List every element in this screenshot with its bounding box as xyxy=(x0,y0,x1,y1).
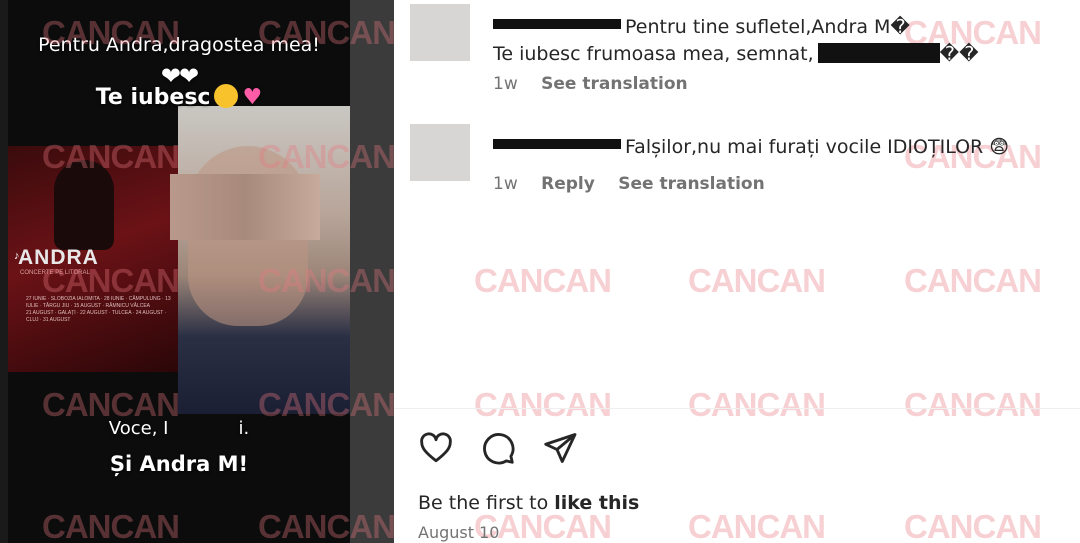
poster-subtitle: CONCERTE PE LITORAL xyxy=(20,270,90,276)
comment-icon[interactable] xyxy=(480,430,516,466)
likes-summary: Be the first to like this xyxy=(418,492,639,514)
comment-time: 1w xyxy=(493,74,518,94)
watermark: CANCAN xyxy=(474,386,612,423)
watermark: CANCAN xyxy=(688,386,826,423)
post-date[interactable]: August 10 xyxy=(418,523,499,542)
left-gutter xyxy=(0,0,8,543)
share-icon[interactable] xyxy=(542,430,578,466)
see-translation-button[interactable]: See translation xyxy=(618,174,764,194)
video-caption-1: Pentru Andra,dragostea mea! xyxy=(38,34,320,56)
video-caption-2-text: Te iubesc xyxy=(95,85,211,110)
username-redacted[interactable] xyxy=(493,19,621,29)
comment-line-1-text: Falșilor,nu mai furați vocile IDIOȚILOR … xyxy=(625,136,1010,158)
comment-1: Pentru tine sufletel,Andra M� Te iubesc … xyxy=(410,4,1070,104)
comment-time: 1w xyxy=(493,174,518,194)
comment-line-1-text: Pentru tine sufletel,Andra M� xyxy=(625,16,910,38)
poster-dates-left: 27 IUNIE · SLOBOZIA IALOMITA · 28 IUNIE … xyxy=(26,296,171,309)
comment-meta: 1w Reply See translation xyxy=(493,174,783,194)
likes-prefix: Be the first to xyxy=(418,492,555,514)
video-caption-2: Te iubesc ♥ xyxy=(8,84,350,110)
poster-brand: ANDRA xyxy=(18,246,99,269)
watermark: CANCAN xyxy=(904,386,1042,423)
watermark: CANCAN xyxy=(688,262,826,299)
watermark: CANCAN xyxy=(904,508,1042,543)
concert-poster: ♪ ANDRA CONCERTE PE LITORAL 27 IUNIE · S… xyxy=(8,146,186,372)
like-this-link[interactable]: like this xyxy=(554,492,639,514)
video-right-border xyxy=(350,0,394,543)
poster-dates-right: 21 AUGUST · GALAȚI · 22 AUGUST · TULCEA … xyxy=(26,310,167,323)
post-actions xyxy=(418,430,578,466)
video-caption-3-start: Voce, I xyxy=(108,418,169,439)
poster-dates: 27 IUNIE · SLOBOZIA IALOMITA · 28 IUNIE … xyxy=(26,296,176,324)
video-caption-3: Voce, I i. xyxy=(8,418,350,439)
watermark: CANCAN xyxy=(474,262,612,299)
username-redacted[interactable] xyxy=(493,139,621,149)
divider xyxy=(394,408,1080,409)
comment-line-2: Te iubesc frumoasa mea, semnat, �� xyxy=(493,41,979,68)
watermark: CANCAN xyxy=(688,508,826,543)
video-caption-3-end: i. xyxy=(238,418,250,439)
comment-line-1: Falșilor,nu mai furați vocile IDIOȚILOR … xyxy=(493,134,1009,161)
comment-meta: 1w See translation xyxy=(493,74,706,94)
heart-icon[interactable] xyxy=(418,430,454,466)
comment-2: Falșilor,nu mai furați vocile IDIOȚILOR … xyxy=(410,124,1070,204)
avatar[interactable] xyxy=(410,124,470,181)
comment-line-2-end: �� xyxy=(939,43,979,65)
sparkle-heart-icon: ♥ xyxy=(242,85,263,110)
video-panel[interactable]: ♪ ANDRA CONCERTE PE LITORAL 27 IUNIE · S… xyxy=(8,0,350,543)
watermark: CANCAN xyxy=(904,262,1042,299)
face-blur xyxy=(170,174,320,240)
reply-button[interactable]: Reply xyxy=(541,174,595,194)
comment-text: Falșilor,nu mai furați vocile IDIOȚILOR … xyxy=(493,134,1009,161)
person-video xyxy=(170,106,350,414)
comment-line-2-text: Te iubesc frumoasa mea, semnat, xyxy=(493,43,814,65)
comment-text: Pentru tine sufletel,Andra M� Te iubesc … xyxy=(493,14,979,68)
singer-silhouette xyxy=(54,160,114,250)
see-translation-button[interactable]: See translation xyxy=(541,74,687,94)
avatar[interactable] xyxy=(410,4,470,61)
kiss-emoji-icon xyxy=(214,84,239,108)
signature-redaction xyxy=(817,43,940,63)
video-caption-4: Și Andra M! xyxy=(109,452,249,476)
comment-line-1: Pentru tine sufletel,Andra M� xyxy=(493,14,979,41)
